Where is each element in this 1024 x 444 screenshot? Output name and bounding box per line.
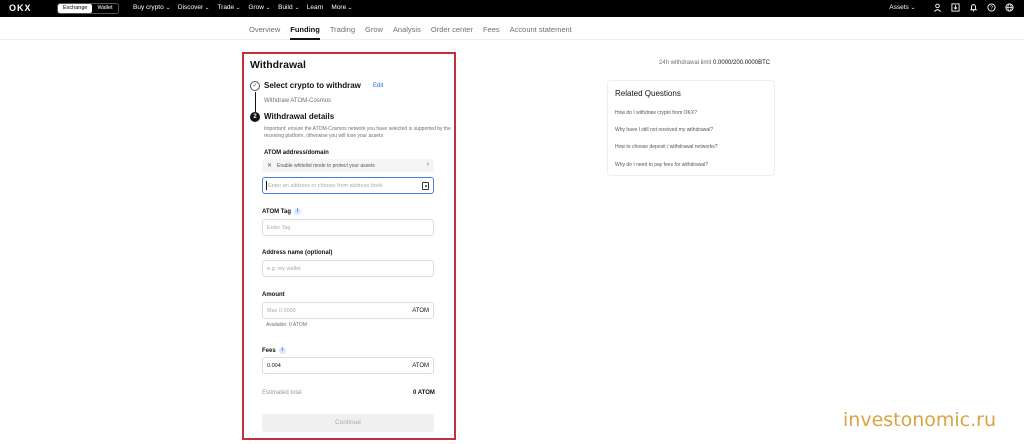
globe-icon[interactable] — [1005, 3, 1014, 12]
user-icon[interactable] — [933, 3, 942, 12]
nav-build[interactable]: Build ⌄ — [278, 4, 299, 11]
chevron-right-icon: › — [426, 161, 429, 168]
step2-number-badge: 2 — [250, 112, 260, 122]
estimated-total-value: 0 ATOM — [413, 390, 435, 396]
network-notice: Important: ensure the ATOM-Cosmos networ… — [264, 126, 451, 139]
amount-placeholder: Max 0.0000 — [267, 308, 296, 314]
estimated-total-label: Estimated total — [262, 390, 302, 396]
chevron-down-icon: ⌄ — [293, 4, 300, 11]
chevron-down-icon: ⌄ — [165, 4, 171, 11]
address-label: ATOM address/domain — [264, 150, 329, 156]
whitelist-text: Enable whitelist mode to protect your as… — [277, 163, 375, 169]
download-icon[interactable] — [951, 3, 960, 12]
text-caret — [266, 181, 267, 190]
watermark: investonomic.ru — [843, 409, 997, 431]
fees-input: 0.004 ATOM — [262, 357, 434, 374]
address-placeholder: Enter an address or choose from address … — [268, 183, 383, 189]
okx-logo[interactable]: OKX — [9, 3, 32, 13]
withdrawal-limit: 24h withdrawal limit 0.0000/200.0000BTC — [659, 60, 770, 66]
top-navigation-bar: OKX Exchange Wallet Buy crypto ⌄ Discover… — [0, 0, 1024, 17]
assets-menu[interactable]: Assets ⌄ — [889, 4, 915, 11]
step1-title: Select crypto to withdraw — [264, 81, 361, 90]
main-nav: Buy crypto ⌄ Discover ⌄ Trade ⌄ Grow ⌄ Build… — [133, 4, 354, 11]
top-right-actions: Assets ⌄ ? — [889, 3, 1014, 12]
address-input[interactable]: Enter an address or choose from address … — [262, 177, 434, 194]
selected-crypto: Withdraw ATOM-Cosmos — [264, 98, 332, 104]
related-question-link[interactable]: Why do I need to pay fees for withdrawal… — [615, 162, 708, 168]
limit-value: 0.0000/200.0000BTC — [713, 60, 771, 66]
address-name-input[interactable]: e.g. my wallet — [262, 260, 434, 277]
chevron-down-icon: ⌄ — [347, 4, 354, 11]
exchange-mode-tab[interactable]: Exchange — [58, 4, 93, 13]
related-question-link[interactable]: Why have I still not received my withdra… — [615, 127, 713, 133]
tab-trading[interactable]: Trading — [330, 25, 355, 40]
tab-funding[interactable]: Funding — [290, 25, 320, 40]
continue-button[interactable]: Continue — [262, 414, 434, 432]
step2-title: Withdrawal details — [264, 112, 335, 121]
tag-label: ATOM Tag i — [262, 208, 301, 215]
bell-icon[interactable] — [969, 3, 978, 12]
fees-unit: ATOM — [412, 363, 429, 369]
info-icon[interactable]: i — [278, 347, 286, 354]
amount-unit: ATOM — [412, 308, 429, 314]
nav-more[interactable]: More ⌄ — [331, 4, 354, 11]
chevron-down-icon: ⌄ — [265, 4, 271, 11]
svg-text:?: ? — [990, 5, 993, 11]
tab-analysis[interactable]: Analysis — [393, 25, 421, 40]
tab-fees[interactable]: Fees — [483, 25, 500, 40]
wallet-mode-tab[interactable]: Wallet — [92, 4, 117, 13]
fees-label: Fees i — [262, 347, 286, 354]
related-question-link[interactable]: How to choose deposit / withdrawal netwo… — [615, 144, 718, 150]
address-book-icon[interactable] — [422, 182, 429, 190]
address-name-label: Address name (optional) — [262, 250, 333, 256]
fees-value: 0.004 — [267, 363, 281, 369]
tag-placeholder: Enter Tag — [267, 225, 291, 231]
chevron-down-icon: ⌄ — [235, 4, 242, 11]
check-circle-icon: ✓ — [250, 81, 260, 91]
chevron-down-icon: ⌄ — [204, 4, 211, 11]
related-questions-card: Related Questions How do I withdraw cryp… — [607, 80, 775, 176]
tab-account-statement[interactable]: Account statement — [510, 25, 572, 40]
related-question-link[interactable]: How do I withdraw crypto from OKX? — [615, 110, 697, 116]
nav-trade[interactable]: Trade ⌄ — [217, 4, 242, 11]
funding-subnav: Overview Funding Trading Grow Analysis O… — [0, 20, 1024, 40]
available-balance: Available: 0 ATOM — [266, 322, 307, 328]
whitelist-banner[interactable]: ✕ Enable whitelist mode to protect your … — [262, 159, 434, 172]
limit-label: 24h withdrawal limit — [659, 60, 712, 66]
amount-label: Amount — [262, 292, 285, 298]
related-questions-title: Related Questions — [615, 89, 681, 98]
nav-learn[interactable]: Learn — [307, 4, 324, 11]
tag-input[interactable]: Enter Tag — [262, 219, 434, 236]
tab-overview[interactable]: Overview — [249, 25, 280, 40]
chevron-down-icon: ⌄ — [910, 4, 916, 11]
tab-order-center[interactable]: Order center — [431, 25, 473, 40]
page-title: Withdrawal — [250, 59, 306, 71]
info-icon[interactable]: i — [294, 208, 301, 215]
help-icon[interactable]: ? — [987, 3, 996, 12]
exchange-wallet-switch: Exchange Wallet — [57, 3, 119, 14]
address-name-placeholder: e.g. my wallet — [267, 266, 301, 272]
close-icon[interactable]: ✕ — [267, 162, 272, 169]
withdrawal-form-panel: Withdrawal ✓ Select crypto to withdraw E… — [242, 52, 456, 440]
amount-input[interactable]: Max 0.0000 ATOM — [262, 302, 434, 319]
step-connector — [255, 92, 256, 112]
nav-buy-crypto[interactable]: Buy crypto ⌄ — [133, 4, 171, 11]
nav-grow[interactable]: Grow ⌄ — [248, 4, 270, 11]
nav-discover[interactable]: Discover ⌄ — [178, 4, 210, 11]
tab-grow[interactable]: Grow — [365, 25, 383, 40]
edit-crypto-link[interactable]: Edit — [373, 83, 383, 89]
